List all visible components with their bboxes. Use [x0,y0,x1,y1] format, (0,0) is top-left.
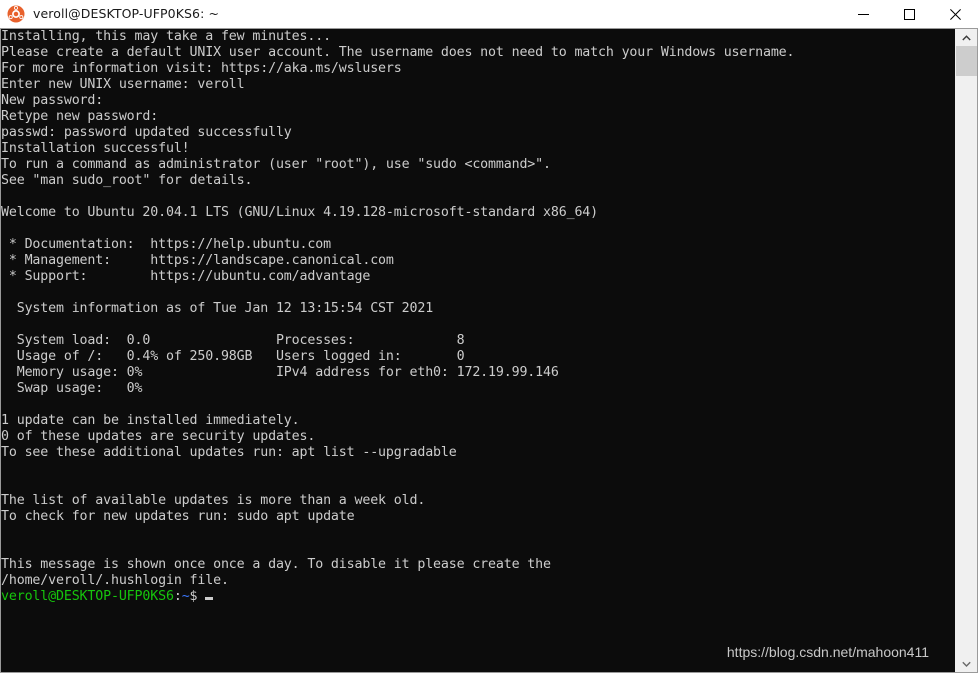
ubuntu-logo-icon [7,5,25,23]
terminal-line: To see these additional updates run: apt… [1,445,457,460]
terminal-line: For more information visit: https://aka.… [1,61,402,76]
vertical-scrollbar[interactable] [955,28,978,673]
terminal-line: 1 update can be installed immediately. [1,413,300,428]
window-title: veroll@DESKTOP-UFP0KS6: ~ [33,6,220,21]
terminal-line: Welcome to Ubuntu 20.04.1 LTS (GNU/Linux… [1,205,599,220]
terminal-line: 0 of these updates are security updates. [1,429,316,444]
terminal-window: veroll@DESKTOP-UFP0KS6: ~ Installing, th… [0,0,978,673]
chevron-up-icon[interactable] [955,29,977,46]
terminal-line: passwd: password updated successfully [1,125,292,140]
terminal-line: Please create a default UNIX user accoun… [1,45,795,60]
prompt-symbol: $ [189,589,198,604]
prompt-user-host: veroll@DESKTOP-UFP0KS6 [1,589,174,604]
terminal-line: Retype new password: [1,109,159,124]
terminal-line: New password: [1,93,104,108]
terminal-line: System load: 0.0 Processes: 8 [1,333,465,348]
terminal-line: Swap usage: 0% [1,381,143,396]
scrollbar-thumb[interactable] [956,46,977,76]
terminal-line: Installation successful! [1,141,190,156]
terminal-line: This message is shown once once a day. T… [1,557,551,572]
terminal-line: Usage of /: 0.4% of 250.98GB Users logge… [1,349,465,364]
terminal-line: System information as of Tue Jan 12 13:1… [1,301,434,316]
terminal-line: * Support: https://ubuntu.com/advantage [1,269,371,284]
terminal-line: To check for new updates run: sudo apt u… [1,509,355,524]
prompt-path: ~ [181,589,190,604]
terminal-line: See "man sudo_root" for details. [1,173,253,188]
terminal-line: To run a command as administrator (user … [1,157,551,172]
titlebar[interactable]: veroll@DESKTOP-UFP0KS6: ~ [0,0,978,28]
terminal-line: /home/veroll/.hushlogin file. [1,573,229,588]
close-button[interactable] [932,0,978,28]
minimize-button[interactable] [840,0,886,28]
prompt-separator: : [173,589,182,604]
terminal-output-area[interactable]: Installing, this may take a few minutes.… [0,28,955,673]
shell-prompt[interactable]: veroll@DESKTOP-UFP0KS6:~$ [1,589,794,605]
watermark-text: https://blog.csdn.net/mahoon411 [726,644,929,660]
terminal-line: The list of available updates is more th… [1,493,426,508]
chevron-down-icon[interactable] [955,655,977,672]
terminal-line: Installing, this may take a few minutes.… [1,29,331,44]
terminal-line: * Documentation: https://help.ubuntu.com [1,237,331,252]
terminal-line: Memory usage: 0% IPv4 address for eth0: … [1,365,559,380]
terminal-text: Installing, this may take a few minutes.… [1,29,795,605]
maximize-button[interactable] [886,0,932,28]
terminal-line: * Management: https://landscape.canonica… [1,253,394,268]
text-cursor [205,597,214,600]
terminal-line: Enter new UNIX username: veroll [1,77,245,92]
